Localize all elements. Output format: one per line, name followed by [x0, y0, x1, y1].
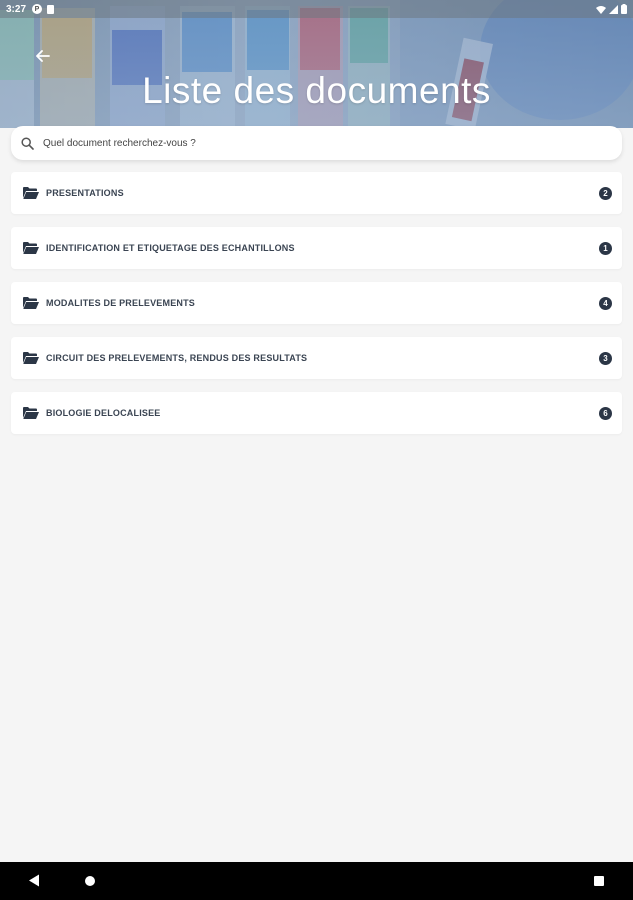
folder-open-icon	[23, 242, 39, 254]
count-badge: 4	[599, 297, 612, 310]
status-bar: 3:27 P	[0, 0, 633, 18]
notification-icon: P	[32, 4, 43, 14]
category-label: IDENTIFICATION ET ETIQUETAGE DES ECHANTI…	[46, 243, 295, 253]
square-recents-icon[interactable]	[594, 876, 604, 886]
category-label: CIRCUIT DES PRELEVEMENTS, RENDUS DES RES…	[46, 353, 308, 363]
category-item-identification[interactable]: IDENTIFICATION ET ETIQUETAGE DES ECHANTI…	[11, 227, 622, 269]
count-badge: 3	[599, 352, 612, 365]
search-icon	[21, 136, 34, 150]
status-time: 3:27	[6, 3, 27, 15]
back-button[interactable]	[32, 45, 54, 67]
category-item-circuit[interactable]: CIRCUIT DES PRELEVEMENTS, RENDUS DES RES…	[11, 337, 622, 379]
category-item-modalites[interactable]: MODALITES DE PRELEVEMENTS 4	[11, 282, 622, 324]
count-badge: 1	[599, 242, 612, 255]
triangle-back-icon[interactable]	[28, 874, 40, 887]
sd-card-icon	[47, 4, 55, 14]
count-badge: 2	[599, 187, 612, 200]
folder-open-icon	[23, 187, 39, 199]
folder-open-icon	[23, 352, 39, 364]
page-title: Liste des documents	[142, 70, 491, 111]
header-banner: 3:27 P Liste des documents	[0, 0, 633, 128]
category-item-presentations[interactable]: PRESENTATIONS 2	[11, 172, 622, 214]
signal-icon	[609, 4, 618, 14]
folder-open-icon	[23, 407, 39, 419]
category-list: PRESENTATIONS 2 IDENTIFICATION ET ETIQUE…	[11, 172, 622, 447]
count-badge: 6	[599, 407, 612, 420]
battery-icon	[621, 4, 627, 14]
folder-open-icon	[23, 297, 39, 309]
category-label: PRESENTATIONS	[46, 188, 124, 198]
circle-home-icon[interactable]	[85, 876, 95, 886]
wifi-icon	[596, 5, 606, 14]
category-label: MODALITES DE PRELEVEMENTS	[46, 298, 196, 308]
arrow-left-icon	[36, 50, 50, 62]
category-item-biologie[interactable]: BIOLOGIE DELOCALISEE 6	[11, 392, 622, 434]
system-nav-bar	[0, 862, 633, 900]
search-bar[interactable]	[11, 126, 622, 160]
search-input[interactable]	[43, 137, 583, 149]
category-label: BIOLOGIE DELOCALISEE	[46, 408, 161, 418]
